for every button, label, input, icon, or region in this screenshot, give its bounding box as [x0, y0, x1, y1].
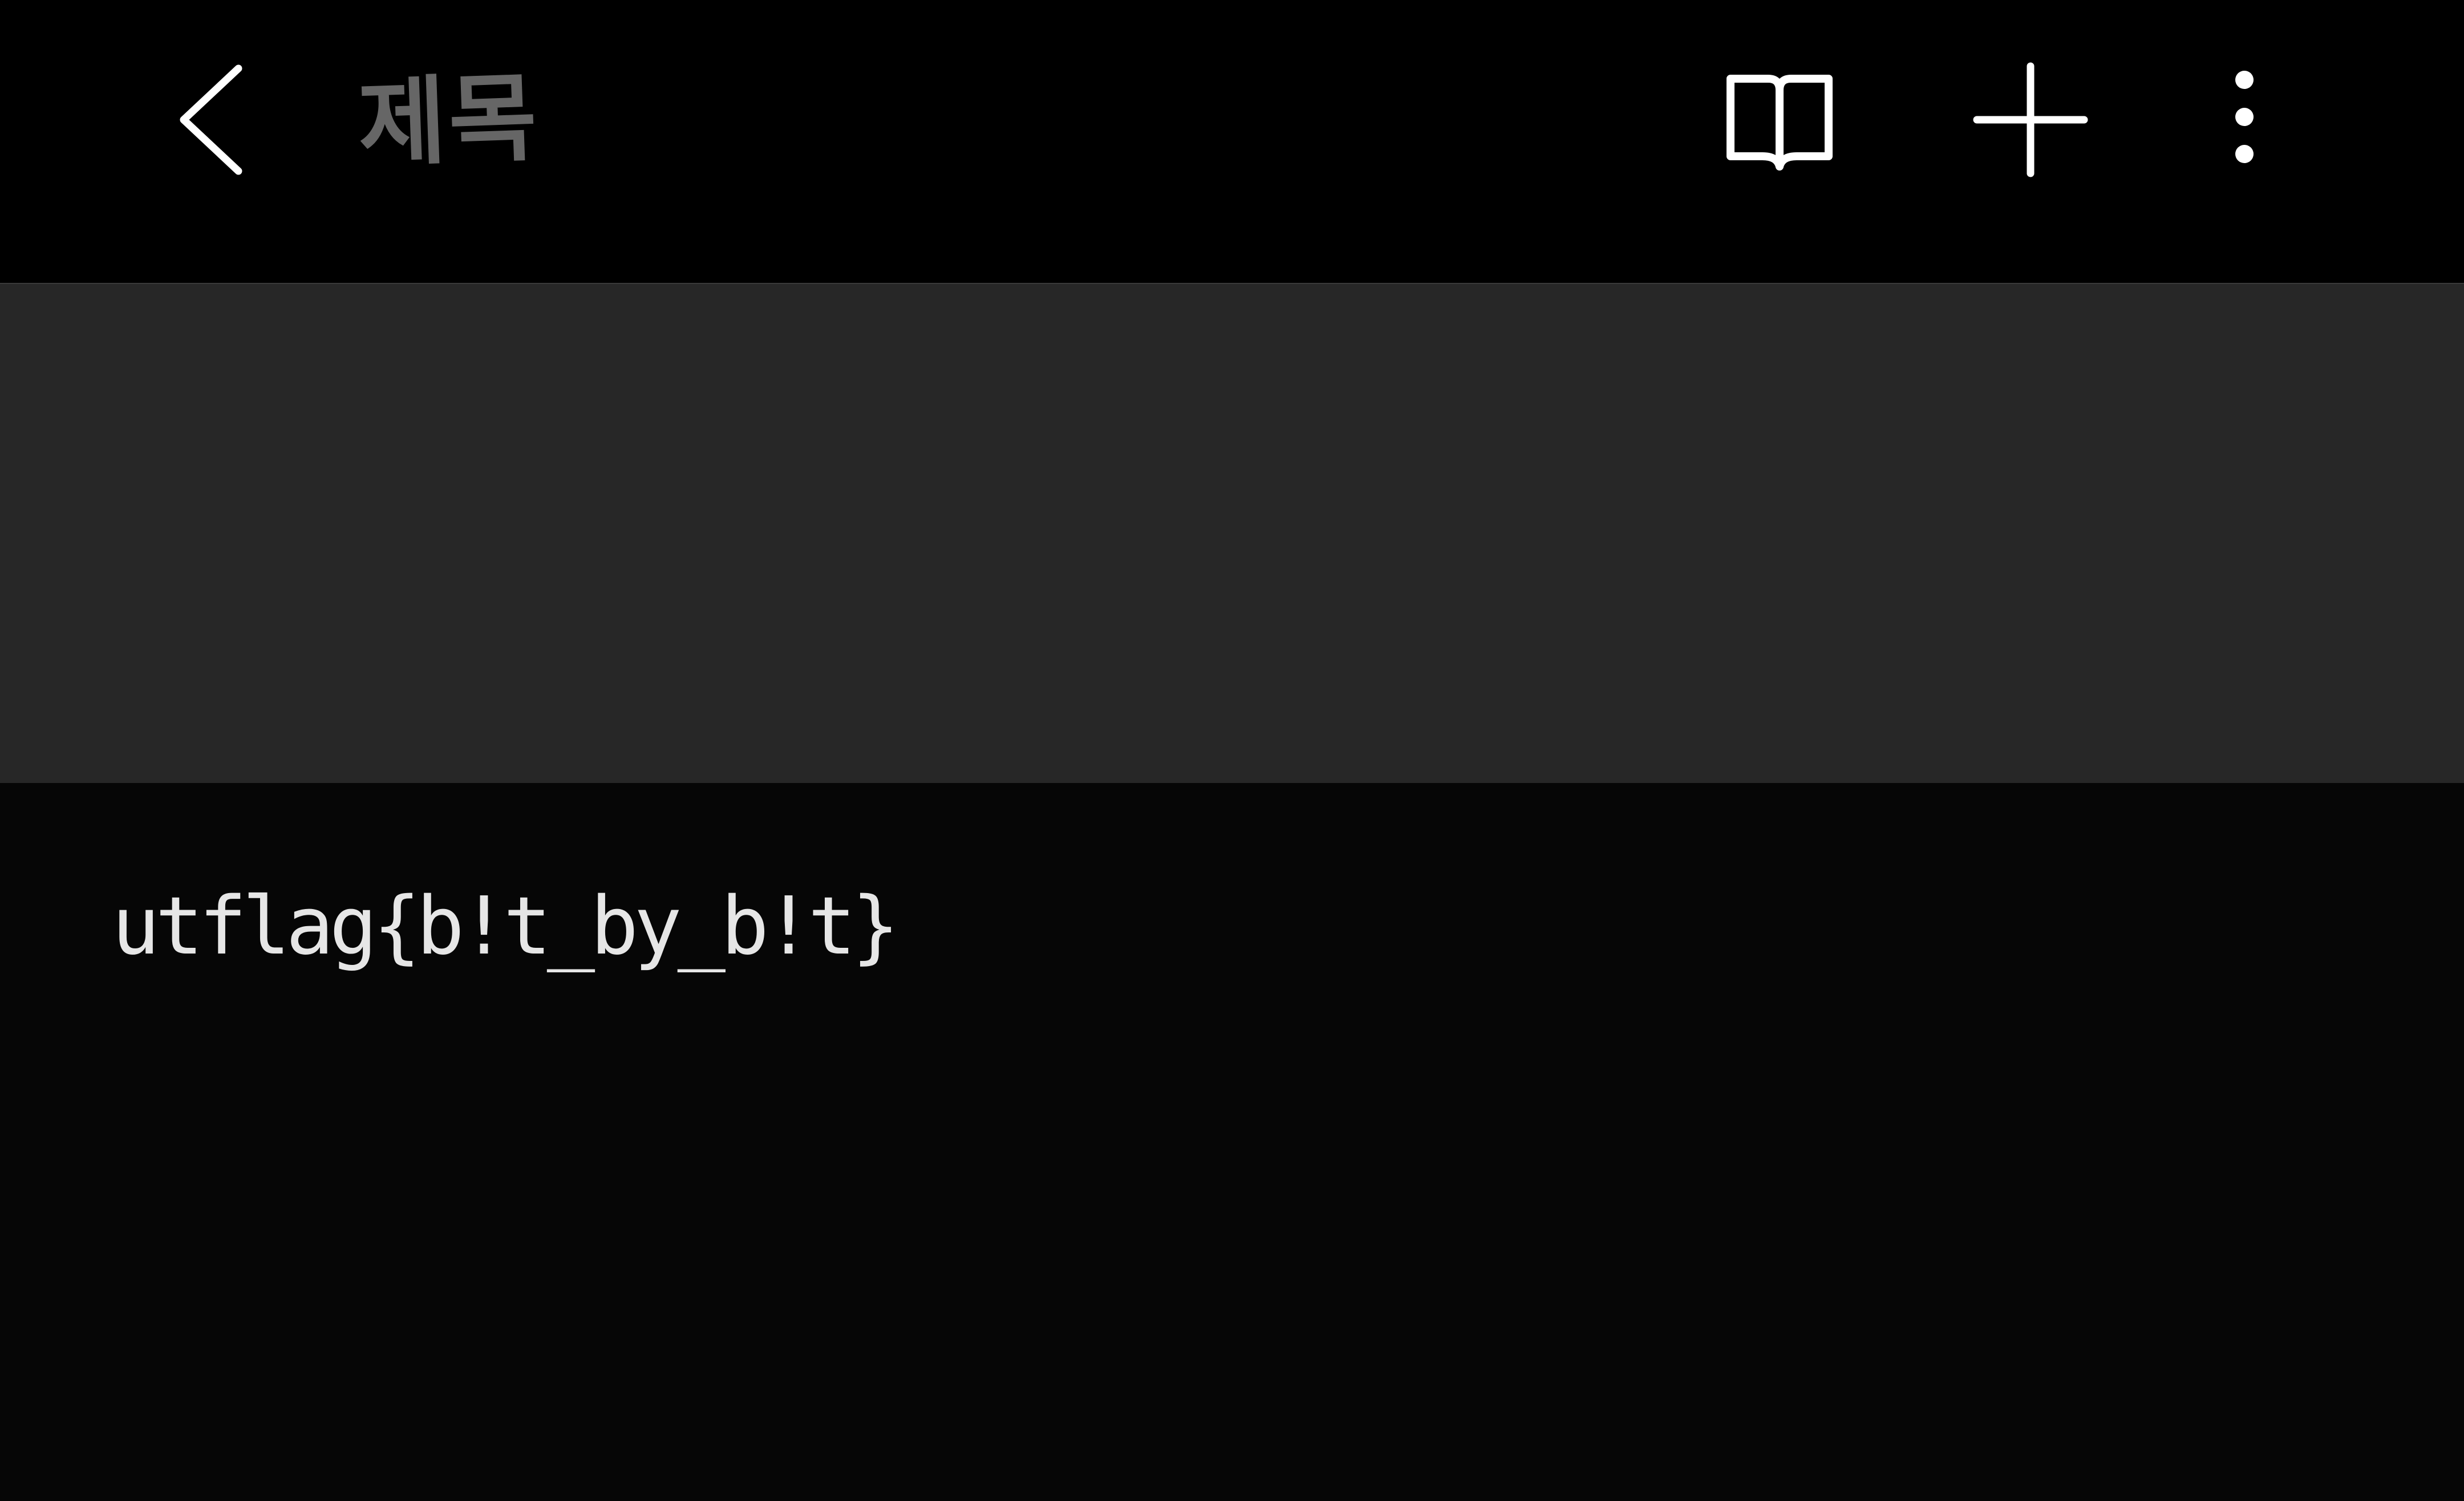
open-book-icon	[1727, 75, 1833, 171]
plus-icon	[1973, 62, 2088, 177]
chevron-left-icon	[180, 64, 242, 175]
top-app-bar: 제목	[0, 0, 2464, 284]
more-options-button[interactable]	[2173, 46, 2316, 194]
add-button[interactable]	[1956, 46, 2105, 194]
back-button[interactable]	[154, 46, 268, 194]
more-vertical-icon	[2235, 71, 2254, 163]
page-title[interactable]: 제목	[356, 50, 541, 193]
note-screen: 제목 utflag{b!t_by_b!t}	[0, 0, 2464, 1501]
handwritten-note-text[interactable]: utflag{b!t_by_b!t}	[112, 855, 899, 998]
title-banner	[0, 284, 2464, 783]
reader-mode-button[interactable]	[1705, 46, 1854, 194]
